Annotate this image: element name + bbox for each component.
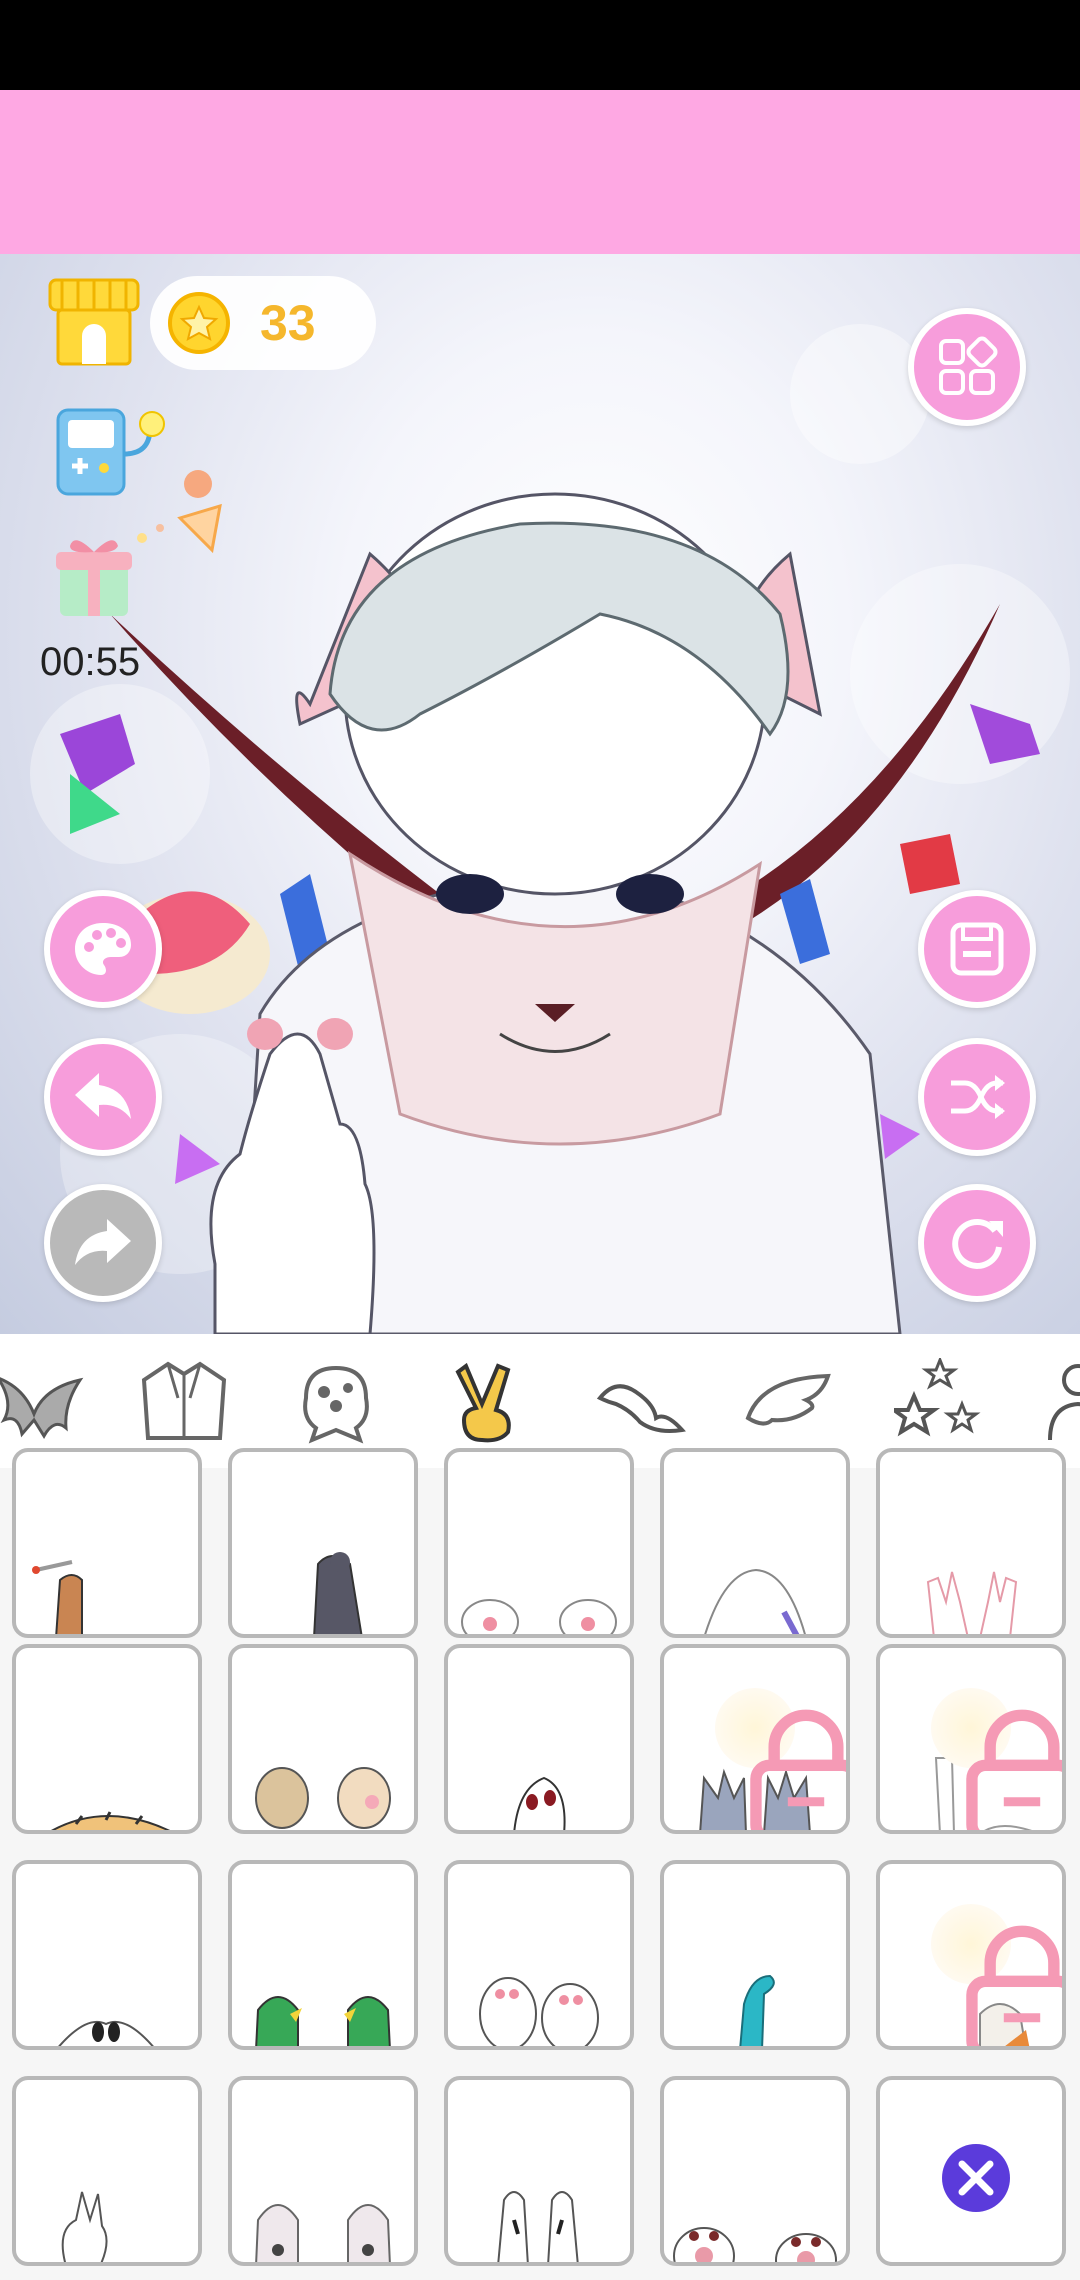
reset-button[interactable] <box>918 1184 1036 1302</box>
item-talon-hands[interactable] <box>444 2076 634 2266</box>
menu-grid-icon <box>939 336 998 395</box>
character-canvas: 33 00:55 <box>0 254 1080 1334</box>
item-cigarette-hand[interactable] <box>12 1448 202 1638</box>
save-icon <box>950 922 1004 976</box>
wings-icon <box>745 1373 831 1426</box>
item-grid <box>0 1448 1080 2280</box>
item-dark-paw-arm[interactable] <box>228 1448 418 1638</box>
shuffle-icon <box>951 1075 1005 1119</box>
tab-hands[interactable] <box>438 1356 538 1446</box>
head-accessory-icon <box>303 1365 369 1444</box>
coin-icon <box>168 292 230 354</box>
item-white-paws[interactable] <box>444 1860 634 2050</box>
item-green-paws[interactable] <box>228 1860 418 2050</box>
tab-tail[interactable] <box>592 1356 692 1446</box>
item-paw-pads[interactable] <box>660 2076 850 2266</box>
tail-icon <box>596 1384 686 1433</box>
item-peace-sign[interactable] <box>12 2076 202 2266</box>
status-bar <box>0 0 1080 90</box>
item-blue-claws[interactable] <box>660 1644 850 1834</box>
item-grey-paws[interactable] <box>228 2076 418 2266</box>
decorative-sparkles <box>137 470 222 554</box>
reset-icon <box>952 1219 1003 1269</box>
tab-pose[interactable] <box>1040 1356 1080 1446</box>
tab-clothing[interactable] <box>134 1356 234 1446</box>
tab-wings[interactable] <box>738 1356 838 1446</box>
menu-grid-button[interactable] <box>908 308 1026 426</box>
person-icon <box>1048 1364 1080 1441</box>
item-remove[interactable] <box>876 2076 1066 2266</box>
tab-effects[interactable] <box>890 1356 990 1446</box>
tab-ears[interactable] <box>0 1356 90 1446</box>
peace-hand-icon <box>455 1362 511 1443</box>
item-claw-hand[interactable] <box>444 1644 634 1834</box>
shuffle-button[interactable] <box>918 1038 1036 1156</box>
coin-count: 33 <box>260 295 316 351</box>
palette-button[interactable] <box>44 890 162 1008</box>
coin-balance: 33 <box>150 276 376 370</box>
item-tan-paws[interactable] <box>228 1644 418 1834</box>
stars-icon <box>894 1358 981 1437</box>
palette-icon <box>75 923 131 975</box>
redo-button[interactable] <box>44 1184 162 1302</box>
lock-icon <box>931 1688 1062 1830</box>
clothing-icon <box>141 1361 227 1440</box>
lock-icon <box>931 1904 1062 2046</box>
save-button[interactable] <box>918 890 1036 1008</box>
undo-button[interactable] <box>44 1038 162 1156</box>
item-heart-gesture[interactable] <box>12 1860 202 2050</box>
shop-icon[interactable] <box>46 274 142 370</box>
ears-icon <box>0 1377 84 1439</box>
item-pink-paws[interactable] <box>444 1448 634 1638</box>
item-wrapped-hand[interactable] <box>876 1860 1066 2050</box>
ad-banner[interactable] <box>0 90 1080 254</box>
redo-icon <box>75 1219 131 1265</box>
close-icon <box>942 2144 1010 2212</box>
tab-head-accessory[interactable] <box>286 1356 386 1446</box>
item-teal-claw[interactable] <box>660 1860 850 2050</box>
item-heart-hands[interactable] <box>660 1448 850 1638</box>
lock-icon <box>715 1688 846 1830</box>
countdown-timer: 00:55 <box>40 640 141 684</box>
item-raised-hands[interactable] <box>876 1448 1066 1638</box>
undo-icon <box>75 1073 131 1119</box>
item-bandaged-hands[interactable] <box>876 1644 1066 1834</box>
item-tiger-arm[interactable] <box>12 1644 202 1834</box>
